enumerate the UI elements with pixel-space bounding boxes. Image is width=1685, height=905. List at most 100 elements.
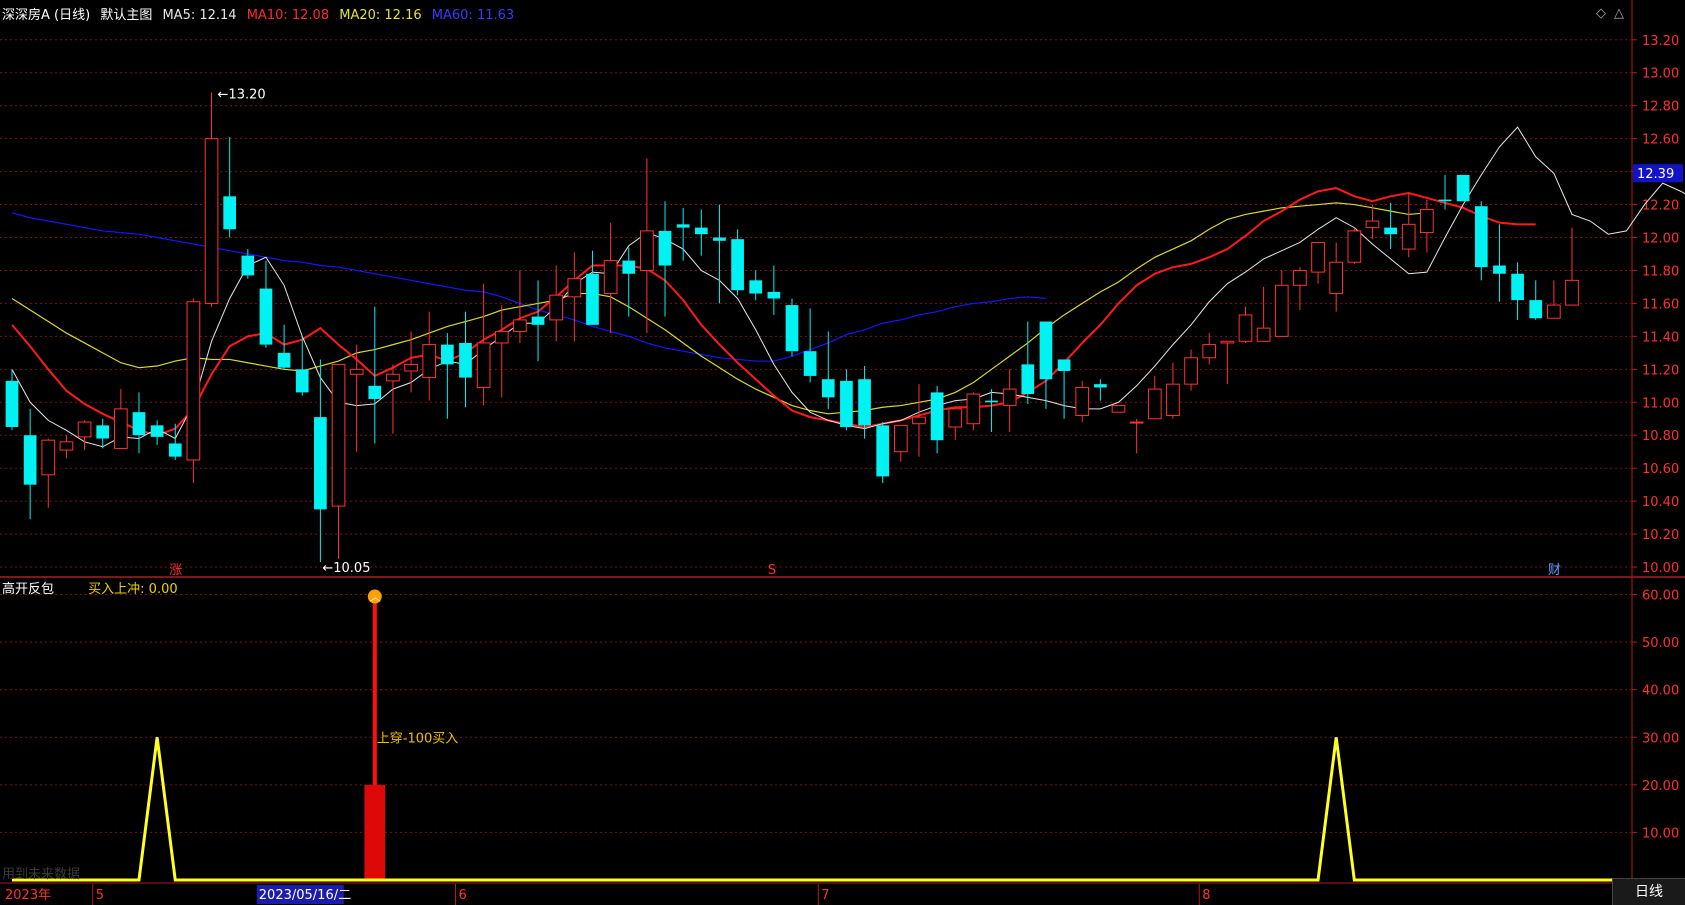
y-tick-label: 13.20 <box>1642 34 1679 49</box>
candle-body <box>731 239 744 291</box>
max-price-label: ←13.20 <box>218 88 266 103</box>
x-month-label: 8 <box>1202 888 1210 903</box>
candle-body <box>368 385 382 399</box>
y-tick-label: 11.00 <box>1642 396 1679 411</box>
candle-body <box>1202 344 1217 359</box>
candle-body <box>259 288 273 345</box>
candle-body <box>676 224 690 228</box>
signal-up-icon-glyph: ︿ <box>370 591 381 604</box>
y-tick-label: 12.00 <box>1642 232 1679 247</box>
candle-body <box>277 352 291 368</box>
candle-body <box>1039 321 1053 380</box>
y-tick-label: 10.80 <box>1642 429 1679 444</box>
candle-body <box>113 408 128 449</box>
candle-body <box>1094 384 1107 388</box>
candle-body <box>5 380 19 427</box>
candle-body <box>1511 273 1524 301</box>
event-marker: 涨 <box>169 563 182 578</box>
candle-body <box>77 421 92 438</box>
event-marker: 财 <box>1548 563 1561 578</box>
candle-body <box>204 138 219 304</box>
y-tick-label: 10.60 <box>1642 462 1679 477</box>
candle-body <box>749 280 763 294</box>
candle-body <box>858 379 871 426</box>
candle-body <box>168 443 182 457</box>
ma60-line <box>11 212 1047 362</box>
candle-body <box>567 278 582 298</box>
y-tick-label: 30.00 <box>1642 731 1679 746</box>
event-marker: S <box>768 563 776 578</box>
y-tick-label: 40.00 <box>1642 684 1679 699</box>
candle-body <box>1075 386 1090 416</box>
candle-body <box>1493 265 1506 274</box>
candle-body <box>150 425 164 437</box>
candle-body <box>1002 388 1017 407</box>
y-tick-label: 12.80 <box>1642 100 1679 115</box>
chart-canvas[interactable]: 13.2013.0012.8012.6012.4012.2012.0011.80… <box>0 0 1685 905</box>
candle-body <box>785 305 799 352</box>
indicator-line <box>12 737 1645 882</box>
candle-body <box>1401 223 1416 250</box>
candle-body <box>1021 364 1035 395</box>
y-tick-label: 10.20 <box>1642 528 1679 543</box>
candle-body <box>23 435 37 485</box>
y-tick-label: 13.00 <box>1642 67 1679 82</box>
candle-body <box>966 393 981 425</box>
signal-annotation: 上穿-100买入 <box>377 730 459 746</box>
candle-body <box>494 330 509 344</box>
candle-body <box>1547 304 1561 319</box>
candle-body <box>1329 261 1344 295</box>
candle-body <box>1166 383 1180 416</box>
cursor-date-label: 2023/05/16/二 <box>259 888 351 903</box>
candle-body <box>531 316 545 325</box>
candle-body <box>186 301 201 461</box>
candle-body <box>314 417 327 510</box>
candle-body <box>386 373 400 382</box>
current-price-label: 12.39 <box>1637 167 1674 182</box>
candle-body <box>1384 227 1397 235</box>
candle-body <box>713 237 726 241</box>
candle-body <box>1184 357 1198 385</box>
candle-body <box>912 416 926 425</box>
candle-body <box>1438 199 1452 202</box>
candle-body <box>1474 206 1488 268</box>
candle-body <box>1111 405 1126 413</box>
candle-body <box>476 342 491 388</box>
candle-body <box>331 363 346 507</box>
candle-body <box>658 230 672 266</box>
candle-body <box>132 412 146 436</box>
candle-body <box>1529 300 1543 319</box>
candle-body <box>404 363 418 372</box>
candle-body <box>930 392 944 441</box>
candle-body <box>1274 284 1289 337</box>
candle-body <box>1311 241 1325 273</box>
candle-body <box>876 425 890 477</box>
candle-body <box>549 294 564 321</box>
y-tick-label: 11.40 <box>1642 330 1679 345</box>
candle-body <box>96 425 110 439</box>
candle-body <box>295 369 309 393</box>
candle-body <box>821 379 835 398</box>
candle-body <box>1129 421 1144 424</box>
candle-body <box>1238 314 1253 342</box>
min-price-label: ←10.05 <box>322 561 370 576</box>
candle-body <box>893 424 908 453</box>
y-tick-label: 11.60 <box>1642 297 1679 312</box>
candle-body <box>1420 208 1434 234</box>
timeframe-button[interactable]: 日线 <box>1612 878 1685 905</box>
candle-body <box>223 196 237 230</box>
diamond-icon: ◇ <box>1596 6 1606 21</box>
candle-body <box>948 408 963 428</box>
candle-body <box>1256 327 1271 342</box>
signal-bar <box>364 784 386 880</box>
x-year-label: 2023年 <box>5 888 51 903</box>
candle-body <box>767 291 781 299</box>
candle-body <box>1057 359 1071 371</box>
candle-body <box>1347 230 1362 263</box>
candle-body <box>840 380 853 427</box>
candle-body <box>422 344 437 379</box>
y-tick-label: 20.00 <box>1642 779 1679 794</box>
candle-body <box>586 273 599 325</box>
candle-body <box>441 344 454 365</box>
y-tick-label: 10.00 <box>1642 826 1679 841</box>
